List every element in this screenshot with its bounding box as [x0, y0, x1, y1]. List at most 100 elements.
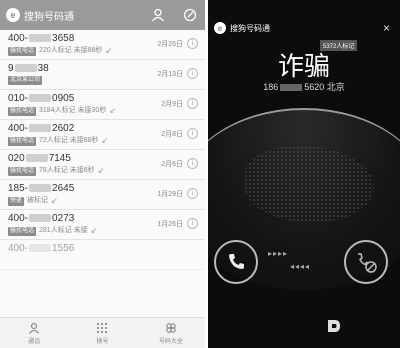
app-brand: e 搜狗号码通: [6, 8, 135, 23]
missed-call-icon: ↙: [105, 46, 113, 55]
masked-digits: [14, 64, 37, 73]
call-note: 3184人标记 未接30秒: [39, 107, 107, 114]
call-row[interactable]: 010- 0905 骚扰电话 3184人标记 未接30秒 ↙ 2月9日 i: [0, 90, 205, 120]
number-suffix: 7145: [48, 153, 71, 164]
call-row[interactable]: 400- 3658 骚扰电话 220人标记 未接88秒 ↙ 2月26日 i: [0, 30, 205, 60]
number-prefix: 020: [8, 153, 25, 164]
call-row[interactable]: 400- 2602 骚扰电话 72人标记 未接88秒 ↙ 2月8日 i: [0, 120, 205, 150]
tab-calls[interactable]: 通话: [0, 318, 68, 348]
call-date: 1月26日: [157, 221, 183, 228]
contact-icon[interactable]: [149, 6, 167, 24]
masked-digits: [29, 124, 52, 133]
call-note: 281人标记 未接: [39, 227, 88, 234]
number-suffix: 38: [37, 63, 49, 74]
info-icon[interactable]: i: [187, 128, 198, 139]
slide-arrows-icon: ◂◂◂◂: [290, 262, 311, 271]
call-note: 78人标记 未接6秒: [39, 167, 95, 174]
info-icon[interactable]: i: [187, 218, 198, 229]
masked-digits: [29, 214, 52, 223]
masked-digits: [29, 184, 52, 193]
answer-button[interactable]: [214, 240, 258, 284]
caller-location: 北京: [326, 82, 345, 92]
number-suffix: 3658: [52, 33, 75, 44]
tab-label: 号码大全: [158, 338, 183, 345]
call-note: 被标记: [27, 197, 49, 204]
number-suffix: 0905: [52, 93, 75, 104]
compose-icon[interactable]: [181, 6, 199, 24]
number-prefix: 400-: [8, 123, 29, 134]
app-logo-icon: [328, 320, 340, 332]
missed-call-icon: ↙: [51, 196, 58, 205]
call-row[interactable]: 9 38 北京某公司 2月13日 i: [0, 60, 205, 90]
tab-dialpad[interactable]: 拨号: [68, 318, 136, 348]
clover-icon: [166, 322, 176, 333]
number-prefix: 185-: [8, 183, 29, 194]
overlay-title: 搜狗号码通: [230, 23, 270, 33]
call-date: 2月6日: [161, 161, 183, 168]
call-log-screen: e 搜狗号码通 400- 3658 骚扰电话 220人标记 未接88秒 ↙ 2月26日…: [0, 0, 205, 348]
number-prefix: 186: [263, 82, 279, 92]
call-tag: 骚扰电话: [8, 106, 37, 116]
info-icon[interactable]: i: [187, 98, 198, 109]
missed-call-icon: ↙: [90, 226, 98, 235]
brand-logo-icon: e: [6, 8, 20, 22]
tab-label: 通话: [28, 338, 41, 345]
number-prefix: 9: [8, 63, 14, 74]
number-prefix: 400-: [8, 243, 29, 254]
number-prefix: 400-: [8, 213, 29, 224]
tab-directory[interactable]: 号码大全: [137, 318, 205, 348]
call-note: 220人标记 未接88秒: [39, 47, 103, 54]
caller-number: 186 5620 北京: [208, 80, 400, 93]
masked-digits: [25, 154, 48, 163]
masked-digits: [280, 84, 303, 92]
brand-logo-icon: e: [214, 22, 226, 34]
number-suffix: 2602: [52, 123, 75, 134]
info-icon[interactable]: i: [187, 68, 198, 79]
tab-label: 拨号: [96, 338, 109, 345]
person-icon: [29, 322, 40, 334]
number-suffix: 2645: [52, 183, 75, 194]
call-note: 72人标记 未接88秒: [39, 137, 99, 144]
dialpad-icon: [97, 322, 108, 333]
caller-label: 诈骗: [277, 52, 330, 82]
block-call-icon: [358, 253, 377, 273]
call-date: 2月26日: [157, 41, 183, 48]
slide-arrows-icon: ▸▸▸▸: [268, 249, 289, 258]
number-prefix: 400-: [8, 33, 29, 44]
masked-digits: [29, 244, 52, 253]
close-icon[interactable]: ×: [383, 21, 390, 35]
reject-button[interactable]: [344, 240, 388, 284]
masked-digits: [29, 94, 52, 103]
call-tag: 骚扰电话: [8, 46, 37, 56]
app-header: e 搜狗号码通: [0, 0, 205, 30]
call-row[interactable]: 400- 1556: [0, 240, 205, 270]
app-title: 搜狗号码通: [24, 11, 74, 23]
bottom-tab-bar: 通话 拨号 号码大全: [0, 317, 205, 348]
incoming-call-screen: e 搜狗号码通 × 5372人标记 诈骗 186 5620 北京 ▸▸▸▸ ◂◂◂…: [208, 0, 400, 348]
number-suffix: 0273: [52, 213, 75, 224]
missed-call-icon: ↙: [109, 106, 117, 115]
call-date: 1月29日: [157, 191, 183, 198]
info-icon[interactable]: i: [187, 38, 198, 49]
call-tag: 快递: [8, 196, 25, 206]
call-row[interactable]: 185- 2645 快递 被标记 ↙ 1月29日 i: [0, 180, 205, 210]
info-icon[interactable]: i: [187, 158, 198, 169]
number-suffix: 5620: [304, 82, 325, 92]
missed-call-icon: ↙: [97, 166, 105, 175]
call-tag: 骚扰电话: [8, 226, 37, 236]
call-row[interactable]: 400- 0273 骚扰电话 281人标记 未接 ↙ 1月26日 i: [0, 210, 205, 240]
call-tag: 北京某公司: [8, 76, 43, 85]
info-icon[interactable]: i: [187, 188, 198, 199]
call-date: 2月9日: [161, 101, 183, 108]
masked-digits: [29, 34, 52, 43]
number-suffix: 1556: [52, 243, 75, 254]
call-list: 400- 3658 骚扰电话 220人标记 未接88秒 ↙ 2月26日 i 9 38 北…: [0, 30, 205, 318]
overlay-brand: e 搜狗号码通: [214, 22, 270, 34]
phone-icon: [229, 254, 244, 269]
call-tag: 骚扰电话: [8, 166, 37, 176]
number-prefix: 010-: [8, 93, 29, 104]
missed-call-icon: ↙: [101, 136, 109, 145]
call-tag: 骚扰电话: [8, 136, 37, 146]
call-row[interactable]: 020 7145 骚扰电话 78人标记 未接6秒 ↙ 2月6日 i: [0, 150, 205, 180]
call-date: 2月8日: [161, 131, 183, 138]
